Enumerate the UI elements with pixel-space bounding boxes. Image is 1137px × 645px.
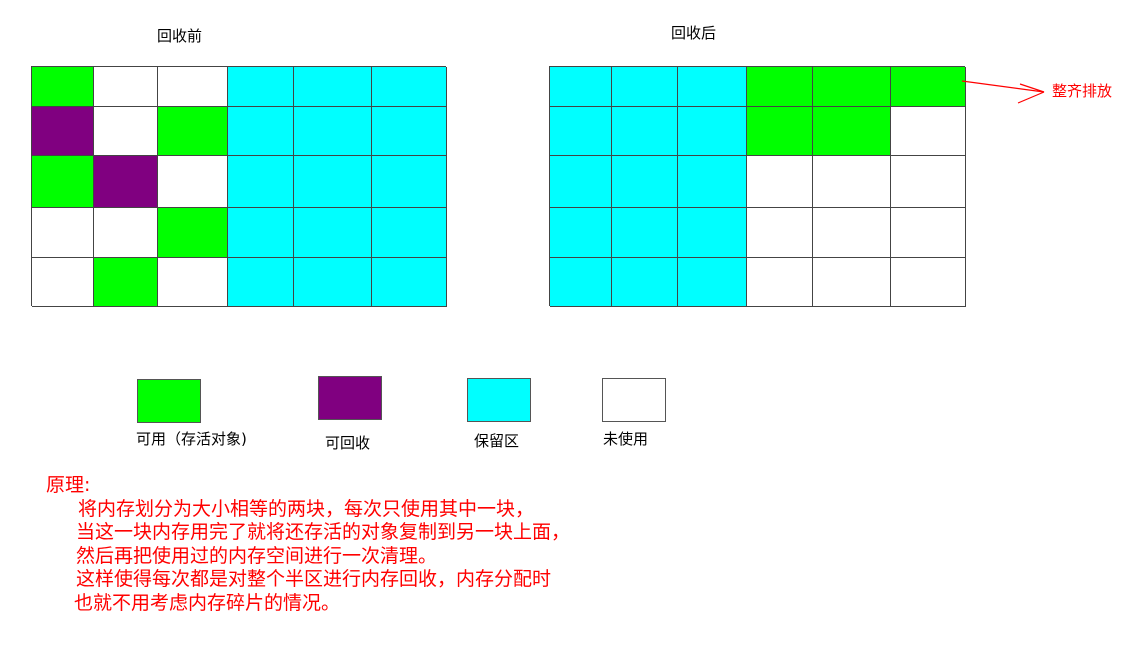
memory-cell-reserved [678, 107, 747, 156]
arrow-icon [961, 80, 1045, 104]
before-title: 回收前 [157, 27, 203, 45]
memory-cell-reserved [294, 107, 372, 156]
memory-cell-reserved [372, 67, 447, 107]
memory-cell-reserved [612, 258, 678, 307]
after-title: 回收后 [671, 24, 717, 42]
memory-cell-reserved [372, 208, 447, 258]
before-memory-grid [31, 66, 447, 307]
memory-cell-unused [94, 67, 158, 107]
memory-cell-alive [158, 107, 228, 156]
memory-cell-alive [813, 107, 891, 156]
memory-cell-reserved [550, 258, 612, 307]
legend-swatch-reserved [467, 378, 531, 422]
memory-cell-unused [891, 208, 966, 258]
principle-line: 当这一块内存用完了就将还存活的对象复制到另一块上面， [76, 521, 571, 543]
memory-cell-alive [813, 67, 891, 107]
memory-cell-reserved [612, 208, 678, 258]
memory-cell-reserved [612, 156, 678, 208]
memory-cell-reserved [294, 156, 372, 208]
principle-heading: 原理: [46, 474, 91, 496]
memory-cell-reserved [678, 258, 747, 307]
memory-cell-reserved [228, 67, 294, 107]
memory-cell-unused [158, 67, 228, 107]
memory-cell-alive [158, 208, 228, 258]
arrange-label: 整齐排放 [1052, 82, 1113, 100]
memory-cell-reserved [612, 107, 678, 156]
memory-cell-reserved [372, 156, 447, 208]
memory-cell-alive [32, 156, 94, 208]
memory-cell-unused [891, 156, 966, 208]
memory-cell-reserved [678, 67, 747, 107]
memory-cell-reserved [372, 258, 447, 307]
memory-cell-unused [813, 156, 891, 208]
memory-cell-unused [94, 208, 158, 258]
memory-cell-unused [813, 208, 891, 258]
legend-label-unused: 未使用 [603, 430, 649, 448]
memory-cell-reserved [550, 156, 612, 208]
memory-cell-unused [158, 258, 228, 307]
memory-cell-reserved [550, 208, 612, 258]
legend-swatch-recyclable [318, 376, 382, 420]
legend-label-reserved: 保留区 [474, 432, 520, 450]
memory-cell-unused [32, 258, 94, 307]
principle-line: 也就不用考虑内存碎片的情况。 [74, 591, 341, 614]
principle-text: 原理: 将内存划分为大小相等的两块，每次只使用其中一块， 当这一块内存用完了就将… [46, 474, 570, 615]
legend-label-recyclable: 可回收 [325, 434, 371, 452]
memory-cell-unused [158, 156, 228, 208]
memory-cell-reserved [678, 156, 747, 208]
memory-cell-reserved [372, 107, 447, 156]
memory-cell-reserved [294, 67, 372, 107]
principle-line: 这样使得每次都是对整个半区进行内存回收，内存分配时 [76, 568, 552, 590]
memory-cell-alive [747, 107, 813, 156]
memory-cell-unused [891, 258, 966, 307]
memory-cell-recyclable [32, 107, 94, 156]
memory-cell-reserved [228, 107, 294, 156]
principle-line: 将内存划分为大小相等的两块，每次只使用其中一块， [78, 497, 535, 520]
memory-cell-unused [32, 208, 94, 258]
memory-cell-reserved [294, 258, 372, 307]
memory-cell-alive [747, 67, 813, 107]
memory-cell-alive [32, 67, 94, 107]
legend-swatch-alive [137, 379, 201, 423]
memory-cell-unused [891, 107, 966, 156]
memory-cell-reserved [550, 67, 612, 107]
memory-cell-unused [94, 107, 158, 156]
memory-cell-alive [94, 258, 158, 307]
memory-cell-reserved [550, 107, 612, 156]
memory-cell-unused [813, 258, 891, 307]
principle-line: 然后再把使用过的内存空间进行一次清理。 [76, 544, 438, 567]
memory-cell-unused [747, 208, 813, 258]
legend-swatch-unused [602, 378, 666, 422]
memory-cell-reserved [228, 156, 294, 208]
legend-label-alive: 可用（存活对象) [136, 430, 247, 448]
memory-cell-reserved [612, 67, 678, 107]
memory-cell-reserved [678, 208, 747, 258]
memory-cell-unused [747, 156, 813, 208]
memory-cell-reserved [294, 208, 372, 258]
memory-cell-reserved [228, 208, 294, 258]
memory-cell-alive [891, 67, 966, 107]
after-memory-grid [549, 66, 966, 307]
memory-cell-unused [747, 258, 813, 307]
memory-cell-recyclable [94, 156, 158, 208]
memory-cell-reserved [228, 258, 294, 307]
